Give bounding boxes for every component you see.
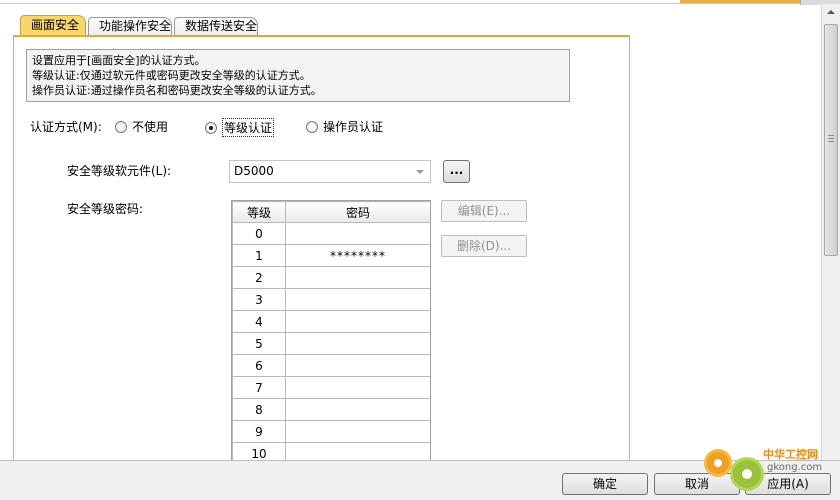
password-cell[interactable] <box>285 442 430 460</box>
password-cell[interactable] <box>285 288 430 311</box>
password-cell[interactable] <box>285 332 430 355</box>
password-grid[interactable]: 等级 密码 0 1 ******** 2 3 4 5 6 7 8 9 10 <box>231 200 431 460</box>
tab-transfer-security[interactable]: 数据传送安全 <box>174 17 258 36</box>
column-header-password: 密码 <box>285 201 430 223</box>
column-header-level: 等级 <box>232 201 286 223</box>
edit-password-button[interactable]: 编辑(E)... <box>441 200 527 222</box>
level-cell: 3 <box>232 288 286 311</box>
password-cell[interactable] <box>285 222 430 245</box>
table-row[interactable]: 4 <box>232 310 430 333</box>
auth-method-label: 认证方式(M): <box>30 120 102 134</box>
radio-not-used[interactable]: 不使用 <box>115 118 168 135</box>
password-cell[interactable] <box>285 354 430 377</box>
table-row[interactable]: 6 <box>232 354 430 377</box>
level-cell: 9 <box>232 420 286 443</box>
radio-checked-icon[interactable] <box>205 121 217 134</box>
security-password-label: 安全等级密码: <box>67 202 144 216</box>
grip-icon <box>828 135 834 136</box>
radio-label-not-used: 不使用 <box>132 120 169 134</box>
table-row[interactable]: 9 <box>232 420 430 443</box>
security-device-label: 安全等级软元件(L): <box>67 164 172 178</box>
apply-button[interactable]: 应用(A) <box>745 473 831 495</box>
tab-strip: 画面安全 功能操作安全 数据传送安全 <box>0 14 820 36</box>
level-cell: 8 <box>232 398 286 421</box>
table-row[interactable]: 1 ******** <box>232 244 430 267</box>
password-cell[interactable] <box>285 420 430 443</box>
cancel-button[interactable]: 取消 <box>654 473 740 495</box>
table-row[interactable]: 2 <box>232 266 430 289</box>
tab-screen-security[interactable]: 画面安全 <box>20 15 86 36</box>
level-cell: 10 <box>232 442 286 460</box>
level-cell: 2 <box>232 266 286 289</box>
scrollbar-thumb[interactable] <box>824 24 838 256</box>
password-cell[interactable] <box>285 376 430 399</box>
description-box: 设置应用于[画面安全]的认证方式。 等级认证:仅通过软元件或密码更改安全等级的认… <box>26 49 570 102</box>
table-row[interactable]: 10 <box>232 442 430 460</box>
table-row[interactable]: 0 <box>232 222 430 245</box>
description-line: 设置应用于[画面安全]的认证方式。 <box>32 54 206 67</box>
table-row[interactable]: 8 <box>232 398 430 421</box>
table-row[interactable]: 3 <box>232 288 430 311</box>
radio-unchecked-icon[interactable] <box>115 120 127 133</box>
table-row[interactable]: 5 <box>232 332 430 355</box>
security-device-combobox[interactable]: D5000 <box>229 160 431 183</box>
password-cell[interactable] <box>285 310 430 333</box>
password-cell[interactable] <box>285 398 430 421</box>
level-cell: 0 <box>232 222 286 245</box>
radio-operator-auth[interactable]: 操作员认证 <box>306 118 383 135</box>
description-line: 等级认证:仅通过软元件或密码更改安全等级的认证方式。 <box>32 69 311 82</box>
radio-unchecked-icon[interactable] <box>306 120 318 133</box>
level-cell: 7 <box>232 376 286 399</box>
chevron-down-icon[interactable] <box>416 170 424 174</box>
chevron-up-icon[interactable] <box>822 4 840 21</box>
password-cell[interactable] <box>285 266 430 289</box>
level-cell: 4 <box>232 310 286 333</box>
description-line: 操作员认证:通过操作员名和密码更改安全等级的认证方式。 <box>32 84 322 97</box>
radio-label-operator-auth: 操作员认证 <box>323 120 384 134</box>
password-cell[interactable]: ******** <box>285 244 430 267</box>
top-accent-bar <box>680 0 800 3</box>
level-cell: 1 <box>232 244 286 267</box>
level-cell: 6 <box>232 354 286 377</box>
level-cell: 5 <box>232 332 286 355</box>
security-device-value: D5000 <box>234 164 274 178</box>
tab-function-security[interactable]: 功能操作安全 <box>88 17 172 36</box>
delete-password-button[interactable]: 删除(D)... <box>441 235 527 257</box>
ellipsis-icon: ... <box>449 163 464 177</box>
radio-level-auth[interactable]: 等级认证 <box>205 118 275 137</box>
radio-label-level-auth: 等级认证 <box>222 118 275 137</box>
table-row[interactable]: 7 <box>232 376 430 399</box>
ok-button[interactable]: 确定 <box>562 473 648 495</box>
vertical-scrollbar[interactable] <box>821 4 840 460</box>
browse-device-button[interactable]: ... <box>443 160 470 183</box>
